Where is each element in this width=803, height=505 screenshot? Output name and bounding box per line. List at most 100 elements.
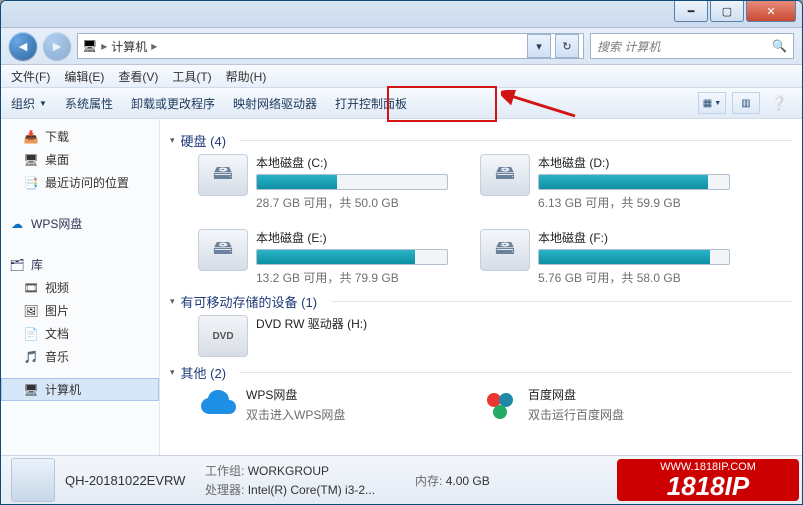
address-dropdown-button[interactable]: ▾ <box>527 34 551 58</box>
search-input[interactable]: 搜索 计算机 🔍 <box>590 33 794 59</box>
sidebar-item-computer[interactable]: 🖥计算机 <box>1 378 159 401</box>
library-icon: 🗂 <box>9 257 25 273</box>
help-icon[interactable]: ❔ <box>766 93 792 113</box>
group-other-header[interactable]: ▾ 其他 (2) <box>170 363 792 382</box>
drive-label: 本地磁盘 (C:) <box>256 154 448 171</box>
cpu-value: Intel(R) Core(TM) i3-2... <box>248 483 375 497</box>
menu-tools[interactable]: 工具(T) <box>172 68 211 85</box>
tb-system-properties[interactable]: 系统属性 <box>65 95 113 112</box>
annotation-arrow-icon <box>501 90 581 120</box>
computer-icon <box>11 458 55 502</box>
close-button[interactable]: ✕ <box>746 1 796 22</box>
title-bar: ━ ▢ ✕ <box>1 1 802 28</box>
tb-map-drive[interactable]: 映射网络驱动器 <box>233 95 317 112</box>
back-button[interactable]: ◄ <box>9 32 37 60</box>
baidu-netdisk-icon <box>480 386 520 426</box>
hdd-icon: 🖴 <box>198 229 248 271</box>
forward-button[interactable]: ► <box>43 32 71 60</box>
capacity-bar <box>538 249 730 265</box>
wps-cloud-icon <box>198 386 238 426</box>
tb-control-panel[interactable]: 打开控制面板 <box>335 95 407 112</box>
collapse-icon: ▾ <box>170 367 175 378</box>
drive-label: 本地磁盘 (D:) <box>538 154 730 171</box>
drive-capacity-text: 5.76 GB 可用，共 58.0 GB <box>538 269 730 286</box>
group-hdd-header[interactable]: ▾ 硬盘 (4) <box>170 131 792 150</box>
drive-label: DVD RW 驱动器 (H:) <box>256 315 448 332</box>
hdd-icon: 🖴 <box>480 154 530 196</box>
menu-bar: 文件(F) 编辑(E) 查看(V) 工具(T) 帮助(H) <box>1 65 802 88</box>
explorer-window: ━ ▢ ✕ ◄ ► 🖥 ▸ 计算机 ▸ ▾ ↻ 搜索 计算机 🔍 文件(F) 编… <box>0 0 803 505</box>
document-icon: 📄 <box>23 326 39 342</box>
sidebar-item-downloads[interactable]: 📥下载 <box>1 125 159 148</box>
menu-file[interactable]: 文件(F) <box>11 68 50 85</box>
collapse-icon: ▾ <box>170 135 175 146</box>
menu-view[interactable]: 查看(V) <box>118 68 158 85</box>
refresh-button[interactable]: ↻ <box>555 34 579 58</box>
memory-value: 4.00 GB <box>446 474 490 488</box>
workgroup-value: WORKGROUP <box>248 464 329 478</box>
content-pane: ▾ 硬盘 (4) 🖴 本地磁盘 (C:) 28.7 GB 可用，共 50.0 G… <box>160 119 802 455</box>
drive-capacity-text: 6.13 GB 可用，共 59.9 GB <box>538 194 730 211</box>
breadcrumb-computer[interactable]: 计算机 <box>111 38 147 55</box>
sidebar-item-recent[interactable]: 📑最近访问的位置 <box>1 171 159 194</box>
maximize-button[interactable]: ▢ <box>710 1 744 22</box>
sidebar-item-document[interactable]: 📄文档 <box>1 322 159 345</box>
drive-f[interactable]: 🖴 本地磁盘 (F:) 5.76 GB 可用，共 58.0 GB <box>480 229 730 286</box>
search-placeholder: 搜索 计算机 <box>597 38 660 55</box>
drive-label: 本地磁盘 (E:) <box>256 229 448 246</box>
sidebar-item-wps[interactable]: ☁WPS网盘 <box>1 212 159 235</box>
item-subtext: 双击运行百度网盘 <box>528 406 730 423</box>
music-icon: 🎵 <box>23 349 39 365</box>
drive-label: 本地磁盘 (F:) <box>538 229 730 246</box>
sidebar-item-picture[interactable]: 🖼图片 <box>1 299 159 322</box>
chevron-right-icon: ▸ <box>101 39 107 53</box>
item-subtext: 双击进入WPS网盘 <box>246 406 448 423</box>
menu-edit[interactable]: 编辑(E) <box>64 68 104 85</box>
computer-icon: 🖥 <box>23 382 39 398</box>
capacity-bar <box>256 249 448 265</box>
view-mode-button[interactable]: ▦▼ <box>698 92 726 114</box>
minimize-button[interactable]: ━ <box>674 1 708 22</box>
hdd-icon: 🖴 <box>198 154 248 196</box>
recent-icon: 📑 <box>23 175 39 191</box>
sidebar-item-desktop[interactable]: 🖥桌面 <box>1 148 159 171</box>
drive-capacity-text: 28.7 GB 可用，共 50.0 GB <box>256 194 448 211</box>
item-wps[interactable]: WPS网盘 双击进入WPS网盘 <box>198 386 448 426</box>
computer-name: QH-20181022EVRW <box>65 473 195 488</box>
collapse-icon: ▾ <box>170 296 175 307</box>
cpu-label: 处理器: <box>205 483 244 497</box>
sidebar-item-video[interactable]: 🎞视频 <box>1 276 159 299</box>
menu-help[interactable]: 帮助(H) <box>226 68 267 85</box>
picture-icon: 🖼 <box>23 303 39 319</box>
address-bar[interactable]: 🖥 ▸ 计算机 ▸ ▾ ↻ <box>77 33 584 59</box>
item-baidu[interactable]: 百度网盘 双击运行百度网盘 <box>480 386 730 426</box>
chevron-right-icon: ▸ <box>151 39 157 53</box>
sidebar-group-libraries[interactable]: 🗂库 <box>1 253 159 276</box>
tb-uninstall[interactable]: 卸载或更改程序 <box>131 95 215 112</box>
search-icon: 🔍 <box>772 39 787 53</box>
group-removable-header[interactable]: ▾ 有可移动存储的设备 (1) <box>170 292 792 311</box>
memory-label: 内存: <box>415 474 442 488</box>
watermark: WWW.1818IP.COM 1818IP <box>617 459 799 501</box>
capacity-bar <box>256 174 448 190</box>
desktop-icon: 🖥 <box>23 152 39 168</box>
capacity-bar <box>538 174 730 190</box>
cloud-icon: ☁ <box>9 216 25 232</box>
drive-d[interactable]: 🖴 本地磁盘 (D:) 6.13 GB 可用，共 59.9 GB <box>480 154 730 211</box>
tb-organize[interactable]: 组织▼ <box>11 95 47 112</box>
watermark-brand: 1818IP <box>623 473 793 499</box>
dvd-icon: DVD <box>198 315 248 357</box>
preview-pane-button[interactable]: ▥ <box>732 92 760 114</box>
nav-bar: ◄ ► 🖥 ▸ 计算机 ▸ ▾ ↻ 搜索 计算机 🔍 <box>1 28 802 65</box>
navigation-sidebar: 📥下载 🖥桌面 📑最近访问的位置 ☁WPS网盘 🗂库 🎞视频 🖼图片 📄文档 🎵… <box>1 119 160 455</box>
video-icon: 🎞 <box>23 280 39 296</box>
sidebar-item-music[interactable]: 🎵音乐 <box>1 345 159 368</box>
drive-capacity-text: 13.2 GB 可用，共 79.9 GB <box>256 269 448 286</box>
drive-dvd[interactable]: DVD DVD RW 驱动器 (H:) <box>198 315 448 357</box>
download-icon: 📥 <box>23 129 39 145</box>
toolbar: 组织▼ 系统属性 卸载或更改程序 映射网络驱动器 打开控制面板 ▦▼ ▥ ❔ <box>1 88 802 119</box>
drive-e[interactable]: 🖴 本地磁盘 (E:) 13.2 GB 可用，共 79.9 GB <box>198 229 448 286</box>
drive-c[interactable]: 🖴 本地磁盘 (C:) 28.7 GB 可用，共 50.0 GB <box>198 154 448 211</box>
workgroup-label: 工作组: <box>205 464 244 478</box>
item-label: WPS网盘 <box>246 386 448 403</box>
